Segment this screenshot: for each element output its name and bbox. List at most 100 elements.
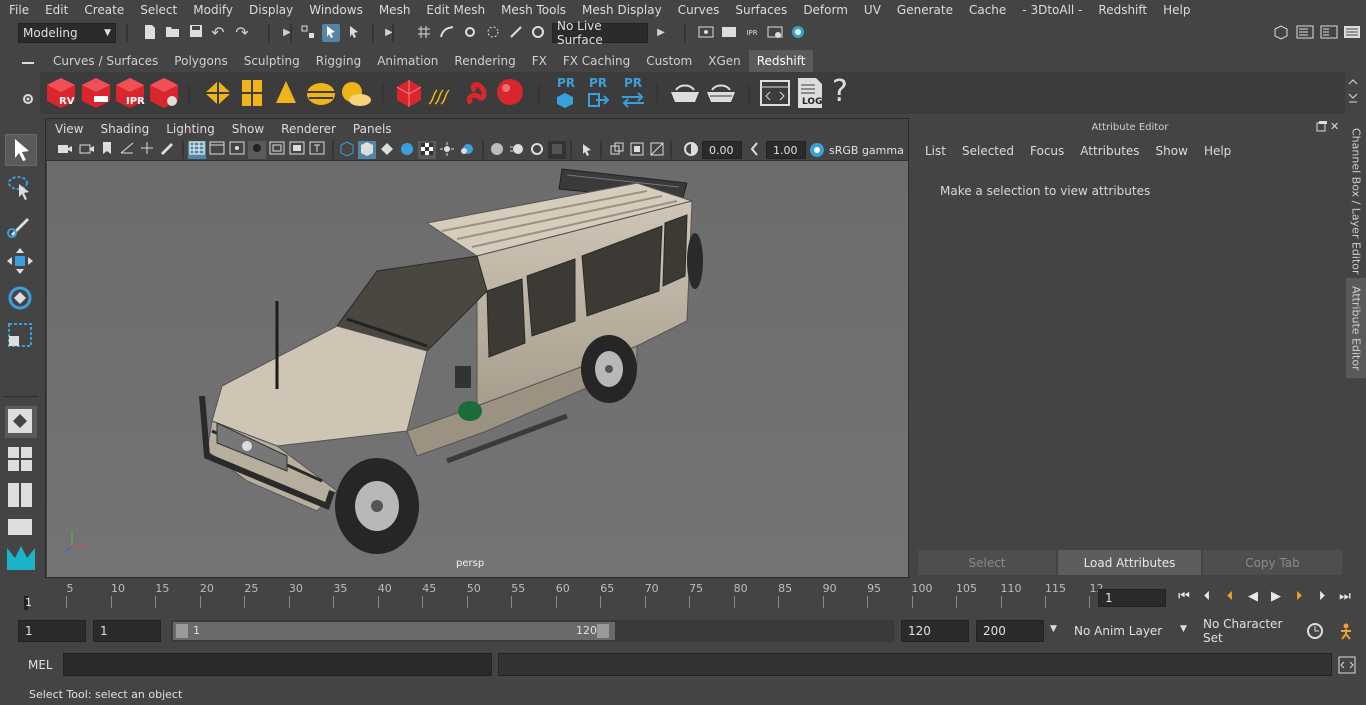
select-tool-icon[interactable]	[5, 134, 37, 166]
attribute-menu-help[interactable]: Help	[1204, 144, 1231, 158]
load-attributes-button[interactable]: Load Attributes	[1058, 550, 1201, 575]
xray-components-icon[interactable]	[648, 141, 666, 159]
lasso-tool-icon[interactable]	[5, 172, 37, 204]
attribute-editor-toggle-icon[interactable]	[1296, 24, 1314, 42]
shelf-scroll-icon[interactable]	[1347, 78, 1359, 108]
range-slider[interactable]: 1 120	[171, 620, 894, 642]
time-slider[interactable]: 1 5 10 15 20 25 30 35 40 45 50 55 60 65 70 75 80 85 90 95 1…	[18, 582, 1103, 610]
redshift-curve-icon[interactable]	[463, 77, 493, 109]
redshift-hair-icon[interactable]	[425, 78, 457, 108]
play-backwards-icon[interactable]: ◀	[1244, 589, 1262, 605]
shelf-tab-rigging[interactable]: Rigging	[308, 50, 369, 72]
menu-edit-mesh[interactable]: Edit Mesh	[417, 3, 492, 17]
go-to-start-icon[interactable]: ⏮	[1175, 589, 1193, 605]
select-component-icon[interactable]	[345, 24, 363, 42]
use-all-lights-icon[interactable]	[438, 141, 456, 159]
scale-tool-icon[interactable]	[5, 320, 37, 352]
wireframe-grid-icon[interactable]	[188, 141, 206, 159]
two-pane-layout-icon[interactable]	[5, 480, 37, 512]
command-input[interactable]	[63, 653, 492, 676]
outliner-layout-icon[interactable]	[5, 516, 37, 538]
hypershade-icon[interactable]	[789, 24, 807, 42]
ipr-render-icon[interactable]: IPR	[743, 24, 761, 42]
redshift-pr-swap-icon[interactable]: PR	[618, 76, 648, 110]
viewport-canvas[interactable]: persp	[47, 161, 908, 577]
close-icon[interactable]: ✕	[1330, 121, 1342, 133]
shelf-tab-animation[interactable]: Animation	[369, 50, 446, 72]
redo-icon[interactable]: ↷	[233, 24, 251, 42]
gear-icon[interactable]	[21, 92, 35, 106]
start-time-field[interactable]: 1	[18, 620, 86, 642]
grid-toggle-icon[interactable]	[138, 141, 156, 159]
pencil-icon[interactable]	[158, 141, 176, 159]
chevron-down-icon[interactable]: ▼	[1050, 624, 1057, 634]
redshift-dome-light-icon[interactable]	[305, 78, 337, 108]
redshift-sphere-icon[interactable]	[495, 77, 527, 109]
new-scene-icon[interactable]	[141, 24, 159, 42]
menu-mesh-tools[interactable]: Mesh Tools	[492, 3, 573, 17]
viewport-menu-panels[interactable]: Panels	[344, 122, 400, 136]
redshift-render-sequence-icon[interactable]	[80, 76, 112, 110]
viewport-menu-renderer[interactable]: Renderer	[272, 122, 344, 136]
range-end-handle[interactable]	[597, 624, 609, 638]
step-forward-key-icon[interactable]: ⏵	[1313, 589, 1331, 605]
tab-channel-box[interactable]: Channel Box / Layer Editor	[1346, 126, 1366, 276]
select-object-icon[interactable]	[322, 24, 340, 42]
command-language-label[interactable]: MEL	[28, 658, 53, 672]
shelf-tab-fx[interactable]: FX	[524, 50, 555, 72]
rotate-tool-icon[interactable]	[5, 283, 37, 315]
tool-settings-toggle-icon[interactable]	[1320, 24, 1338, 42]
redshift-pr-object-icon[interactable]: PR	[552, 76, 578, 110]
redshift-mesh-params-icon[interactable]	[395, 78, 423, 108]
step-back-frame-icon[interactable]: ⏴	[1221, 589, 1239, 605]
expand-arrow-icon[interactable]: ▶	[652, 24, 670, 42]
gamma-field[interactable]: 1.00	[766, 141, 806, 159]
shelf-tab-xgen[interactable]: XGen	[700, 50, 749, 72]
bookmark-icon[interactable]	[98, 141, 116, 159]
resolution-gate-icon[interactable]	[228, 141, 246, 159]
open-scene-icon[interactable]	[164, 24, 182, 42]
menu-windows[interactable]: Windows	[300, 3, 370, 17]
shelf-tab-redshift[interactable]: Redshift	[748, 50, 814, 72]
redshift-settings-icon[interactable]	[148, 76, 180, 110]
shelf-tab-curves-surfaces[interactable]: Curves / Surfaces	[45, 50, 166, 72]
play-forwards-icon[interactable]: ▶	[1267, 589, 1285, 605]
playback-start-field[interactable]: 1	[93, 620, 161, 642]
render-frame-icon[interactable]	[720, 24, 738, 42]
shelf-tab-polygons[interactable]: Polygons	[166, 50, 235, 72]
image-plane-icon[interactable]	[118, 141, 136, 159]
exposure-icon[interactable]	[682, 141, 700, 159]
select-hierarchy-icon[interactable]	[299, 24, 317, 42]
redshift-volume-icon[interactable]	[240, 78, 264, 108]
gate-mask-icon[interactable]	[248, 141, 266, 159]
redshift-bake-icon[interactable]	[668, 78, 702, 108]
colorspace-dropdown[interactable]: sRGB gamma	[829, 141, 905, 159]
shelf-tab-rendering[interactable]: Rendering	[446, 50, 523, 72]
script-editor-icon[interactable]	[760, 80, 790, 106]
shelf-tab-custom[interactable]: Custom	[638, 50, 700, 72]
smooth-shading-icon[interactable]	[358, 141, 376, 159]
undo-icon[interactable]: ↶	[209, 24, 227, 42]
xray-joints-icon[interactable]	[628, 141, 646, 159]
shadows-icon[interactable]	[458, 141, 476, 159]
textured-icon[interactable]	[418, 141, 436, 159]
snap-view-plane-icon[interactable]	[484, 24, 502, 42]
default-material-icon[interactable]	[378, 141, 396, 159]
shelf-tab-fx-caching[interactable]: FX Caching	[555, 50, 638, 72]
gamma-icon[interactable]	[746, 141, 764, 159]
redshift-bake-sets-icon[interactable]	[704, 78, 738, 108]
expand-arrow-icon[interactable]: ▶	[278, 24, 296, 42]
camera-icon[interactable]	[56, 141, 74, 159]
attribute-menu-selected[interactable]: Selected	[962, 144, 1014, 158]
render-settings-icon[interactable]	[766, 24, 784, 42]
attribute-menu-focus[interactable]: Focus	[1030, 144, 1064, 158]
menu-edit[interactable]: Edit	[36, 3, 75, 17]
viewport-menu-shading[interactable]: Shading	[91, 122, 157, 136]
expand-arrow-icon[interactable]: ▶	[380, 24, 398, 42]
snap-grid-icon[interactable]	[415, 24, 433, 42]
animation-preferences-icon[interactable]	[1336, 622, 1356, 640]
menu-surfaces[interactable]: Surfaces	[726, 3, 794, 17]
redshift-render-view-icon[interactable]: RV	[45, 76, 77, 110]
playback-end-field[interactable]: 120	[901, 620, 969, 642]
safe-title-icon[interactable]	[308, 141, 326, 159]
